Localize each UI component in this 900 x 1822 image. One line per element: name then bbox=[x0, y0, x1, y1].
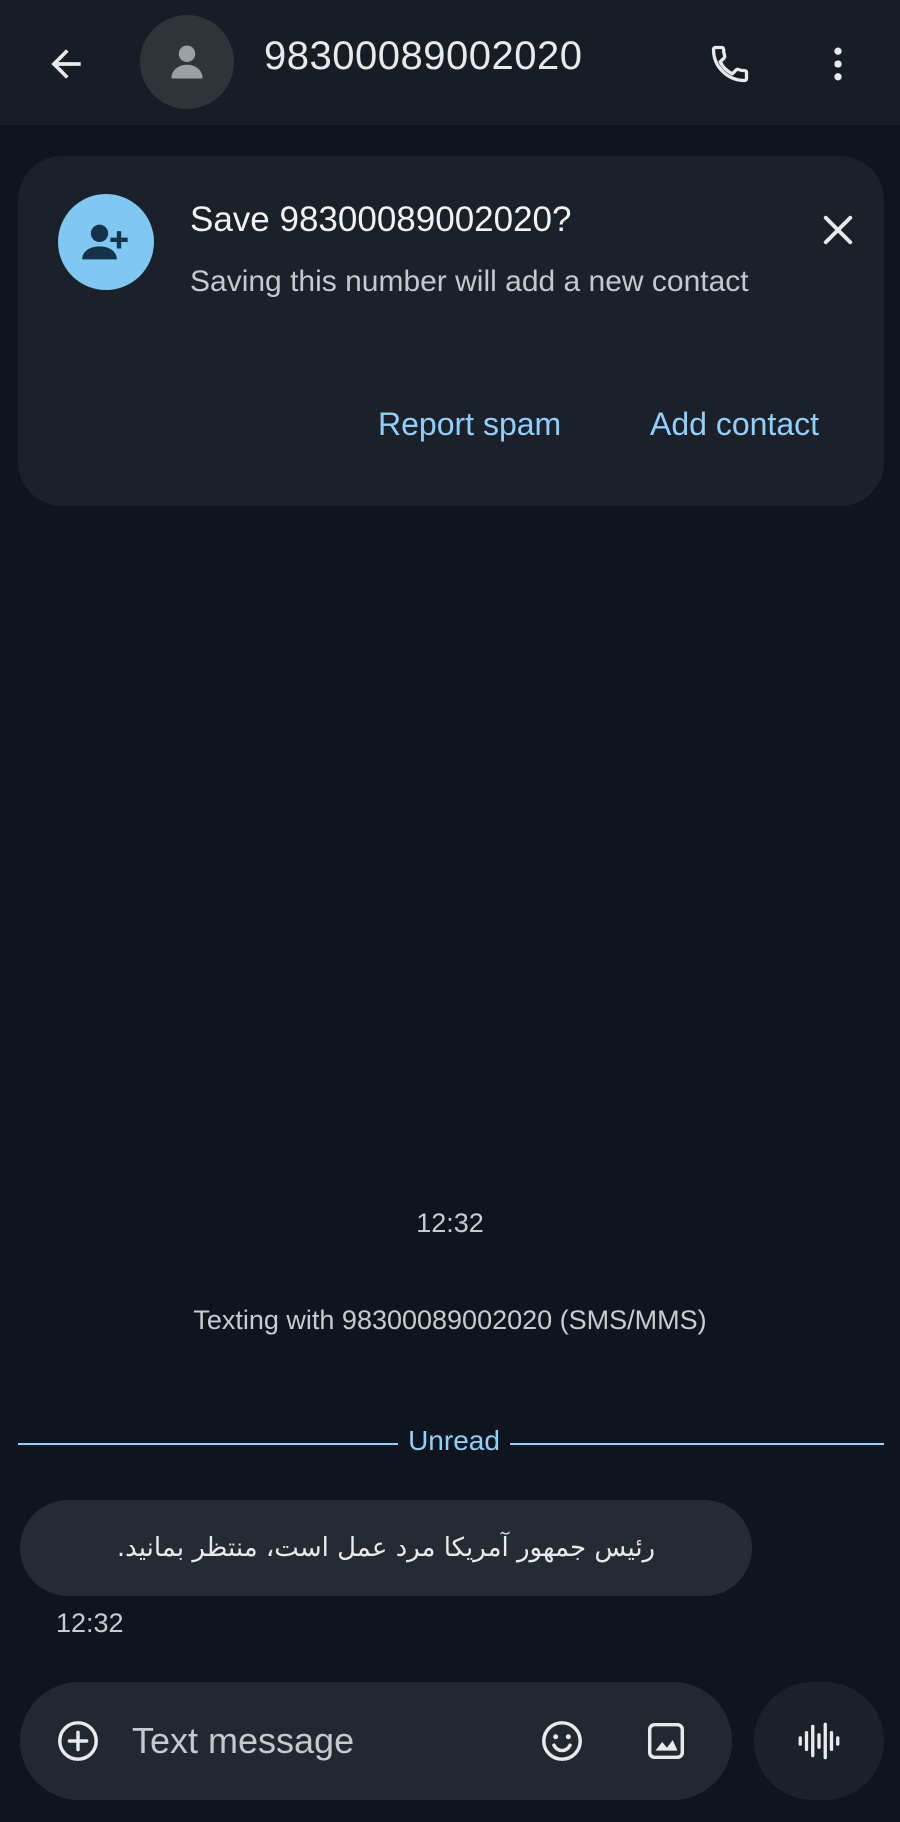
card-avatar bbox=[58, 194, 154, 290]
divider-line-right bbox=[510, 1443, 884, 1445]
dismiss-card-button[interactable] bbox=[808, 200, 868, 260]
unread-label: Unread bbox=[408, 1425, 500, 1456]
image-icon bbox=[647, 1722, 685, 1760]
more-vert-icon bbox=[834, 47, 842, 81]
unread-divider: Unread bbox=[18, 1425, 884, 1461]
arrow-back-icon bbox=[51, 49, 81, 79]
message-input[interactable] bbox=[132, 1712, 522, 1770]
divider-line-left bbox=[18, 1443, 398, 1445]
call-button[interactable] bbox=[700, 34, 760, 94]
phone-icon bbox=[711, 45, 749, 83]
close-icon bbox=[823, 215, 853, 245]
save-card-title: Save 98300089002020? bbox=[190, 200, 572, 239]
add-circle-icon bbox=[58, 1721, 98, 1761]
message-composer bbox=[20, 1682, 732, 1800]
person-icon bbox=[171, 45, 203, 79]
add-contact-button[interactable]: Add contact bbox=[650, 406, 819, 443]
texting-info: Texting with 98300089002020 (SMS/MMS) bbox=[193, 1305, 707, 1335]
conversation-start-time: 12:32 bbox=[416, 1208, 484, 1238]
emoji-button[interactable] bbox=[532, 1711, 592, 1771]
message-bubble[interactable]: رئیس جمهور آمریکا مرد عمل است، منتظر بما… bbox=[20, 1500, 752, 1596]
attach-button[interactable] bbox=[48, 1711, 108, 1771]
save-card-subtitle: Saving this number will add a new contac… bbox=[190, 265, 749, 298]
gallery-button[interactable] bbox=[636, 1711, 696, 1771]
back-button[interactable] bbox=[38, 36, 94, 92]
report-spam-button[interactable]: Report spam bbox=[378, 406, 561, 443]
top-app-bar: 98300089002020 bbox=[0, 0, 900, 125]
message-text: رئیس جمهور آمریکا مرد عمل است، منتظر بما… bbox=[116, 1533, 656, 1563]
contact-avatar[interactable] bbox=[140, 15, 234, 109]
more-options-button[interactable] bbox=[808, 34, 868, 94]
voice-waveform-icon bbox=[798, 1722, 840, 1760]
emoji-icon bbox=[542, 1721, 582, 1761]
message-time: 12:32 bbox=[56, 1608, 124, 1638]
person-add-icon bbox=[82, 224, 128, 260]
voice-message-button[interactable] bbox=[754, 1682, 884, 1800]
save-contact-card: Save 98300089002020? Saving this number … bbox=[18, 156, 884, 506]
conversation-title: 98300089002020 bbox=[264, 34, 583, 78]
